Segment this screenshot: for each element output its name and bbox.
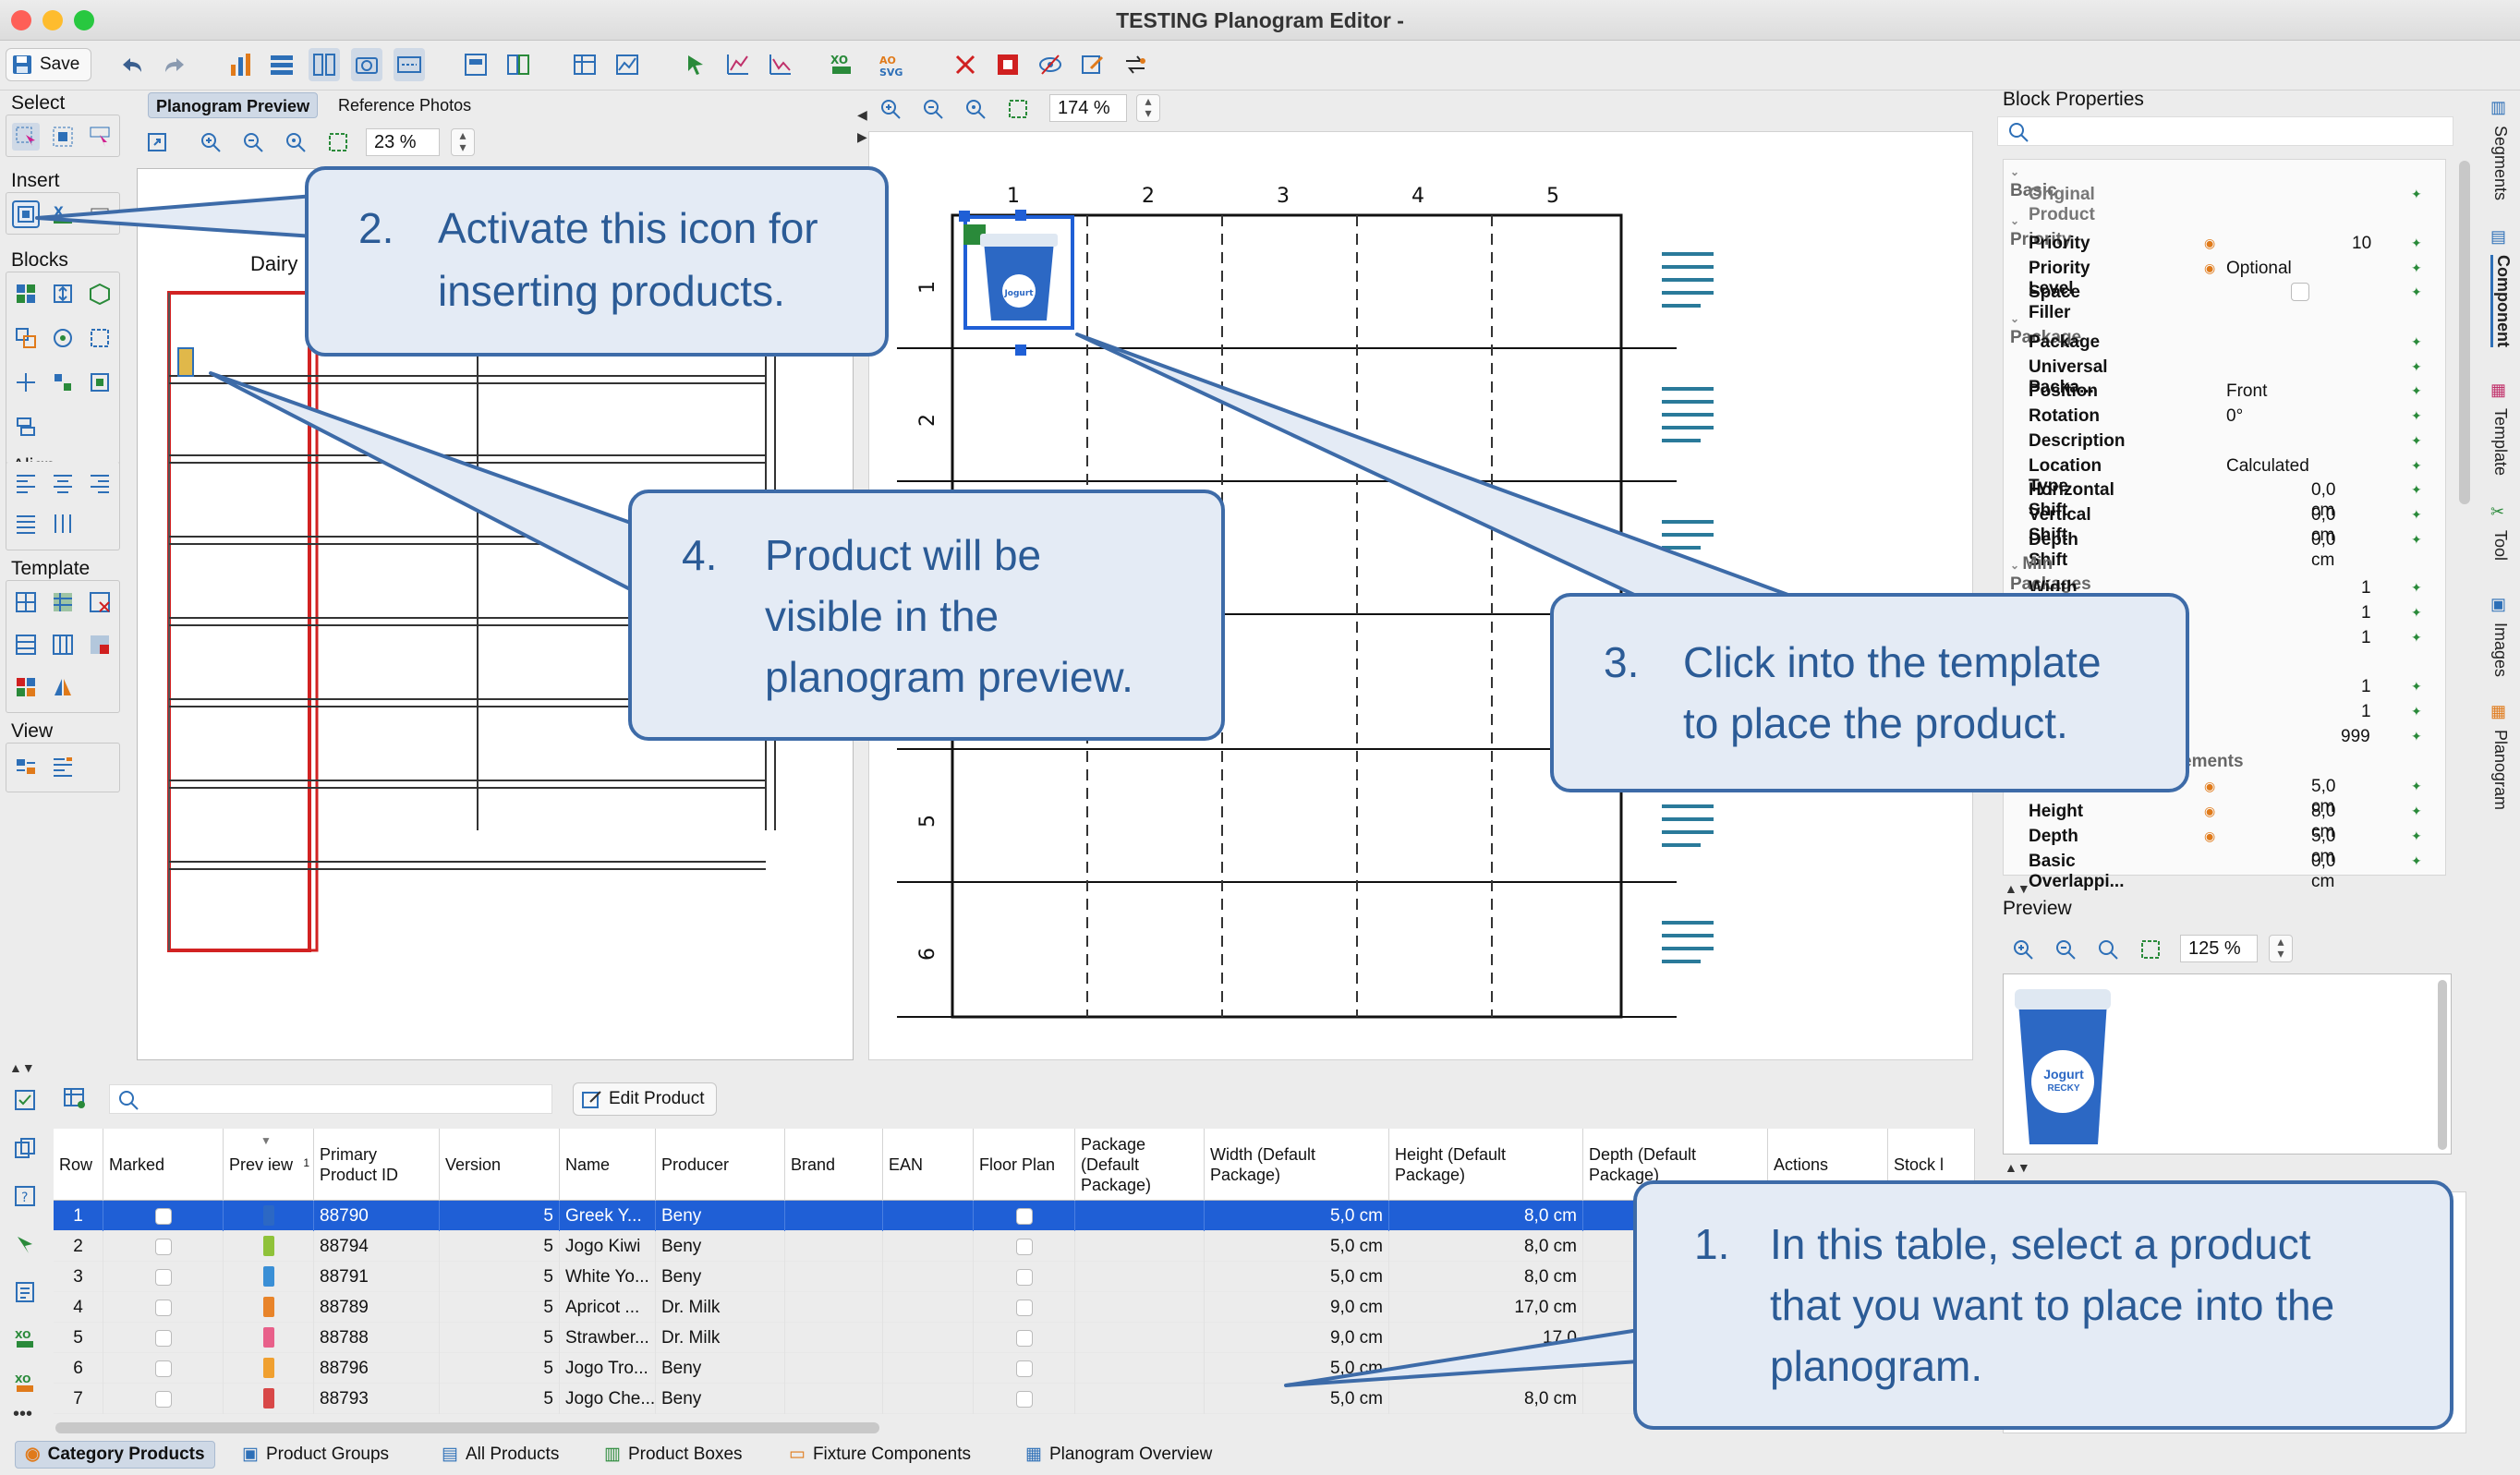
callout-4-number: 4. xyxy=(682,531,718,579)
callout-4-line-1: Product will be xyxy=(765,531,1042,579)
callout-3: 3. Click into the template to place the … xyxy=(1550,593,2189,792)
callout-2-line-1: Activate this icon for xyxy=(438,204,818,252)
callout-1-number: 1. xyxy=(1694,1220,1730,1268)
callout-3-number: 3. xyxy=(1604,638,1640,686)
callout-1: 1. In this table, select a product that … xyxy=(1633,1180,2453,1430)
callout-2-number: 2. xyxy=(358,204,394,252)
callout-1-line-2: that you want to place into the xyxy=(1770,1281,2335,1329)
callout-3-line-1: Click into the template xyxy=(1683,638,2102,686)
callout-4-line-3: planogram preview. xyxy=(765,653,1133,701)
callout-4: 4. Product will be visible in the planog… xyxy=(628,490,1225,741)
planogram-editor-window: TESTING Planogram Editor - Save XO AO SVG… xyxy=(0,0,2520,1475)
callout-1-line-1: In this table, select a product xyxy=(1770,1220,2311,1268)
callout-1-line-3: planogram. xyxy=(1770,1342,1983,1390)
callout-3-line-2: to place the product. xyxy=(1683,699,2068,747)
callout-2: 2. Activate this icon for inserting prod… xyxy=(305,166,889,357)
callout-2-line-2: inserting products. xyxy=(438,267,785,315)
callout-4-line-2: visible in the xyxy=(765,592,1000,640)
